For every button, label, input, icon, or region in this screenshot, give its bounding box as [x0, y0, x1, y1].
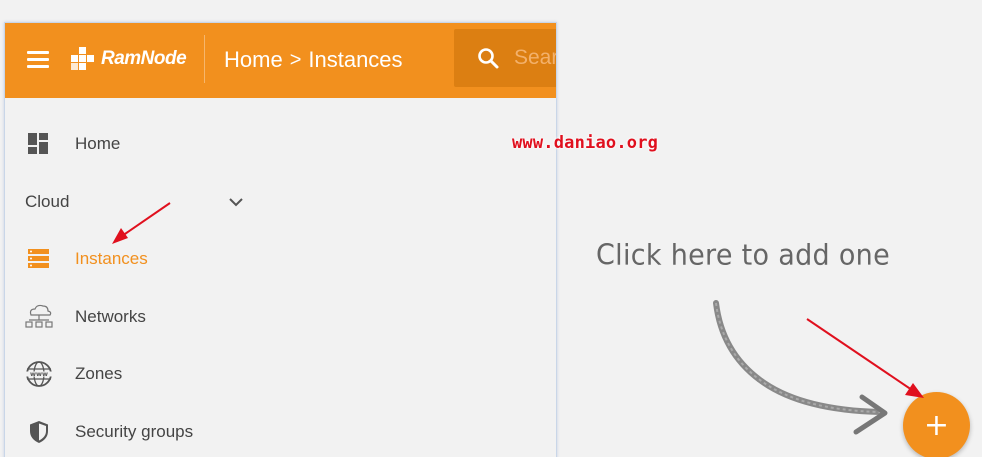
chevron-down-icon[interactable] — [227, 196, 245, 208]
logo-text: RamNode — [101, 48, 187, 69]
globe-www-icon: www — [26, 361, 52, 387]
svg-text:www: www — [30, 370, 48, 378]
app-window: RamNode Home > Instances Home — [4, 22, 557, 457]
search-icon[interactable] — [476, 46, 500, 70]
search-box[interactable] — [454, 29, 556, 87]
server-icon — [28, 249, 49, 268]
sidebar-item-label: Zones — [75, 364, 123, 383]
section-label: Cloud — [25, 192, 70, 211]
brand-logo[interactable]: RamNode — [69, 45, 187, 73]
sidebar-item-security-groups[interactable]: Security groups — [5, 412, 556, 452]
sidebar-item-label: Security groups — [75, 422, 194, 441]
breadcrumb-current: Instances — [308, 47, 403, 72]
sidebar-item-networks[interactable]: Networks — [5, 297, 556, 337]
hand-drawn-arrow — [713, 300, 888, 435]
breadcrumb: Home > Instances — [224, 45, 403, 75]
header-divider — [204, 35, 205, 83]
sidebar-item-label: Networks — [75, 307, 146, 326]
shield-icon — [30, 421, 48, 443]
add-instance-button[interactable]: + — [903, 392, 970, 457]
sidebar-section-cloud[interactable]: Cloud — [5, 182, 556, 222]
ramnode-logo-icon — [71, 47, 94, 70]
sidebar-item-home[interactable]: Home — [5, 124, 556, 164]
sidebar-item-zones[interactable]: www Zones — [5, 354, 556, 394]
search-input[interactable] — [514, 46, 556, 70]
empty-state-hint: Click here to add one — [596, 239, 890, 272]
breadcrumb-home[interactable]: Home — [224, 47, 283, 73]
dashboard-icon — [28, 133, 48, 154]
watermark-text: www.daniao.org — [512, 133, 659, 153]
sidebar-item-label: Instances — [75, 249, 148, 268]
sidebar-item-label: Home — [75, 134, 121, 153]
sidebar-item-instances[interactable]: Instances — [5, 239, 556, 279]
red-arrow-fab — [806, 318, 924, 398]
breadcrumb-separator: > — [289, 48, 302, 71]
menu-icon[interactable] — [27, 51, 49, 69]
top-bar: RamNode Home > Instances — [5, 23, 556, 98]
network-icon — [25, 304, 53, 328]
